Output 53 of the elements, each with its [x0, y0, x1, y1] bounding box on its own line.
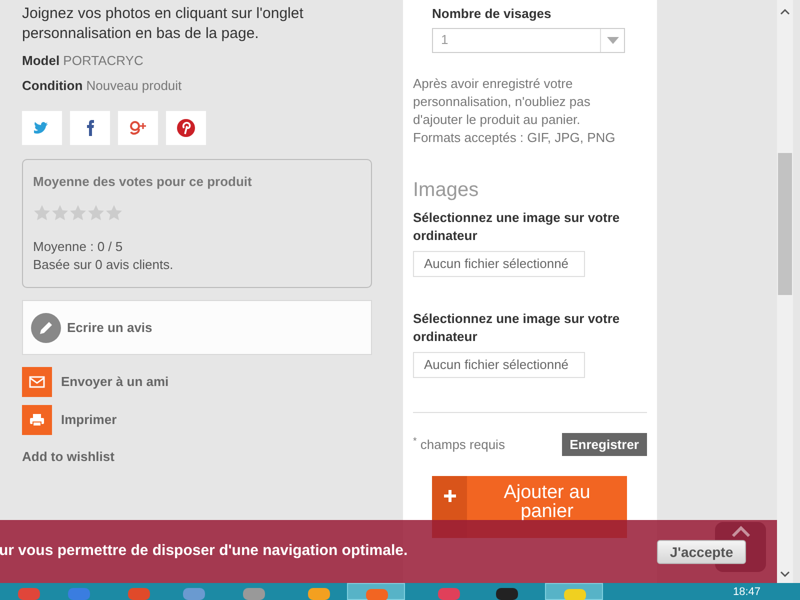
accept-button[interactable]: J'accepte	[657, 540, 746, 564]
pencil-icon	[31, 312, 61, 342]
app-icon	[128, 588, 150, 600]
save-button[interactable]: Enregistrer	[562, 432, 647, 456]
star-icon	[51, 204, 69, 222]
app-icon	[366, 589, 388, 600]
twitter-share-button[interactable]	[22, 111, 62, 145]
section-heading: Images	[413, 178, 480, 202]
scrollbar-thumb[interactable]	[778, 153, 792, 295]
send-to-friend-link[interactable]: Envoyer à un ami	[22, 367, 169, 397]
app-icon	[308, 588, 330, 600]
googleplus-share-button[interactable]	[118, 111, 158, 145]
mail-icon	[29, 375, 45, 389]
star-icon	[87, 204, 105, 222]
file-input[interactable]: Aucun fichier sélectionné	[413, 250, 585, 276]
pinterest-share-button[interactable]	[166, 111, 206, 145]
caret-icon	[606, 36, 618, 44]
star-icon	[33, 204, 51, 222]
printer-icon	[29, 413, 45, 427]
app-icon	[68, 588, 90, 600]
taskbar-app[interactable]	[347, 583, 405, 600]
app-icon	[18, 588, 40, 600]
field-label: Sélectionnez une image sur votre ordinateur	[413, 310, 621, 346]
cookie-message: ur vous permettre de disposer d'une navigation optimale.	[0, 541, 408, 562]
rating-title: Moyenne des votes pour ce produit	[33, 173, 253, 191]
facebook-share-button[interactable]	[70, 111, 110, 145]
required-note: $^{*}$ champs requis	[413, 434, 505, 454]
app-icon	[496, 588, 518, 600]
app-icon	[183, 588, 205, 600]
app-icon	[564, 589, 586, 600]
rating-count: Basée sur 0 avis clients.	[33, 256, 174, 274]
file-input[interactable]: Aucun fichier sélectionné	[413, 352, 585, 378]
product-spec: Condition Nouveau produit	[22, 76, 183, 95]
field-label: Nombre de visages	[432, 5, 552, 23]
write-review-button[interactable]: Ecrire un avis	[22, 300, 372, 355]
plus-icon	[444, 490, 456, 502]
star-icon	[105, 204, 123, 222]
help-text: Après avoir enregistré votre personnalisation, n'oubliez pas d'ajouter le produit au panier.	[413, 74, 592, 128]
product-description: Joignez vos photos en cliquant sur l'onglet personnalisation en bas de la page.	[22, 4, 304, 44]
star-icon	[69, 204, 87, 222]
chevron-up-icon	[730, 526, 750, 538]
wishlist-link[interactable]: Add to wishlist	[22, 447, 114, 466]
app-icon	[243, 588, 265, 600]
formats-text: Formats acceptés : GIF, JPG, PNG	[413, 128, 616, 146]
app-icon	[438, 588, 460, 600]
faces-select[interactable]: 1	[432, 28, 625, 52]
product-spec: Model PORTACRYC	[22, 52, 144, 70]
scrollbar[interactable]	[777, 0, 793, 583]
field-label: Sélectionnez une image sur votre ordinateur	[413, 208, 621, 244]
rating-average: Moyenne : 0 / 5	[33, 238, 124, 256]
pinterest-icon	[176, 118, 196, 138]
print-link[interactable]: Imprimer	[22, 405, 117, 435]
clock: 18:47	[733, 586, 761, 598]
